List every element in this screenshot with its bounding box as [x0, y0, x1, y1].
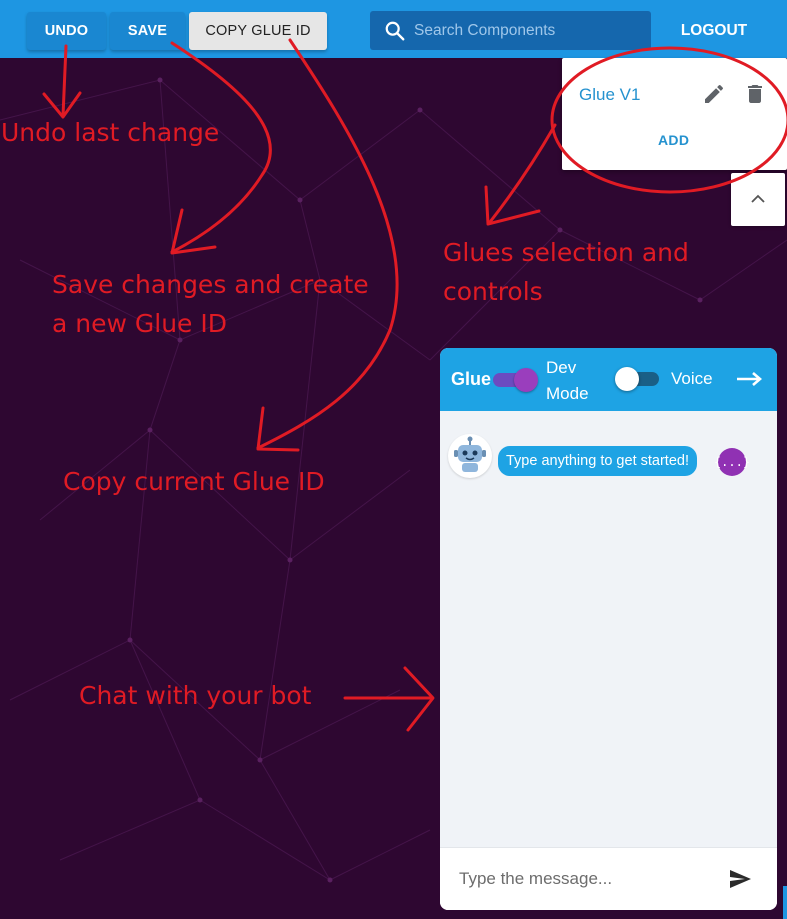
json-badge[interactable]: {...}: [714, 448, 750, 476]
logout-button[interactable]: LOGOUT: [672, 12, 756, 50]
search-icon: [385, 21, 405, 41]
chevron-up-icon: [751, 194, 765, 203]
dev-mode-toggle[interactable]: [493, 368, 538, 392]
voice-knob: [615, 367, 639, 391]
delete-icon[interactable]: [743, 82, 767, 106]
robot-icon: [454, 436, 486, 472]
glue-item-name[interactable]: Glue V1: [579, 85, 640, 105]
search-input[interactable]: [414, 11, 644, 50]
bot-message-bubble: Type anything to get started!: [498, 446, 697, 476]
annotation-undo: Undo last change: [1, 118, 220, 147]
dev-mode-knob: [514, 368, 538, 392]
collapse-panel-button[interactable]: [731, 173, 785, 226]
send-icon[interactable]: [727, 867, 753, 891]
top-toolbar: UNDO SAVE COPY GLUE ID LOGOUT: [0, 0, 787, 58]
annotation-chat: Chat with your bot: [79, 681, 312, 710]
chat-header: Glue Dev Mode Voice: [440, 348, 777, 411]
annotation-save-line1: Save changes and create: [52, 270, 369, 299]
copy-glue-id-button[interactable]: COPY GLUE ID: [189, 12, 327, 50]
chat-title: Glue: [451, 369, 492, 389]
annotation-glues-line1: Glues selection and: [443, 238, 689, 267]
arrow-right-icon[interactable]: [735, 368, 765, 390]
annotation-glues-line2: controls: [443, 277, 543, 306]
chat-input-bar: [440, 847, 777, 910]
annotation-copy: Copy current Glue ID: [63, 467, 325, 496]
undo-button[interactable]: UNDO: [27, 12, 106, 50]
save-button[interactable]: SAVE: [110, 12, 185, 50]
search-box[interactable]: [370, 11, 651, 50]
voice-toggle[interactable]: [615, 367, 659, 391]
bot-avatar: [448, 434, 492, 478]
chat-widget: Glue Dev Mode Voice Type anything to get…: [440, 348, 777, 910]
add-glue-button[interactable]: ADD: [658, 132, 689, 148]
edit-icon[interactable]: [702, 82, 726, 106]
voice-label: Voice: [671, 369, 713, 388]
glues-panel: Glue V1 ADD: [562, 58, 787, 170]
dev-mode-label: Dev Mode: [546, 358, 589, 403]
scroll-edge: [783, 886, 787, 919]
message-input[interactable]: [459, 864, 719, 894]
annotation-save-line2: a new Glue ID: [52, 309, 227, 338]
